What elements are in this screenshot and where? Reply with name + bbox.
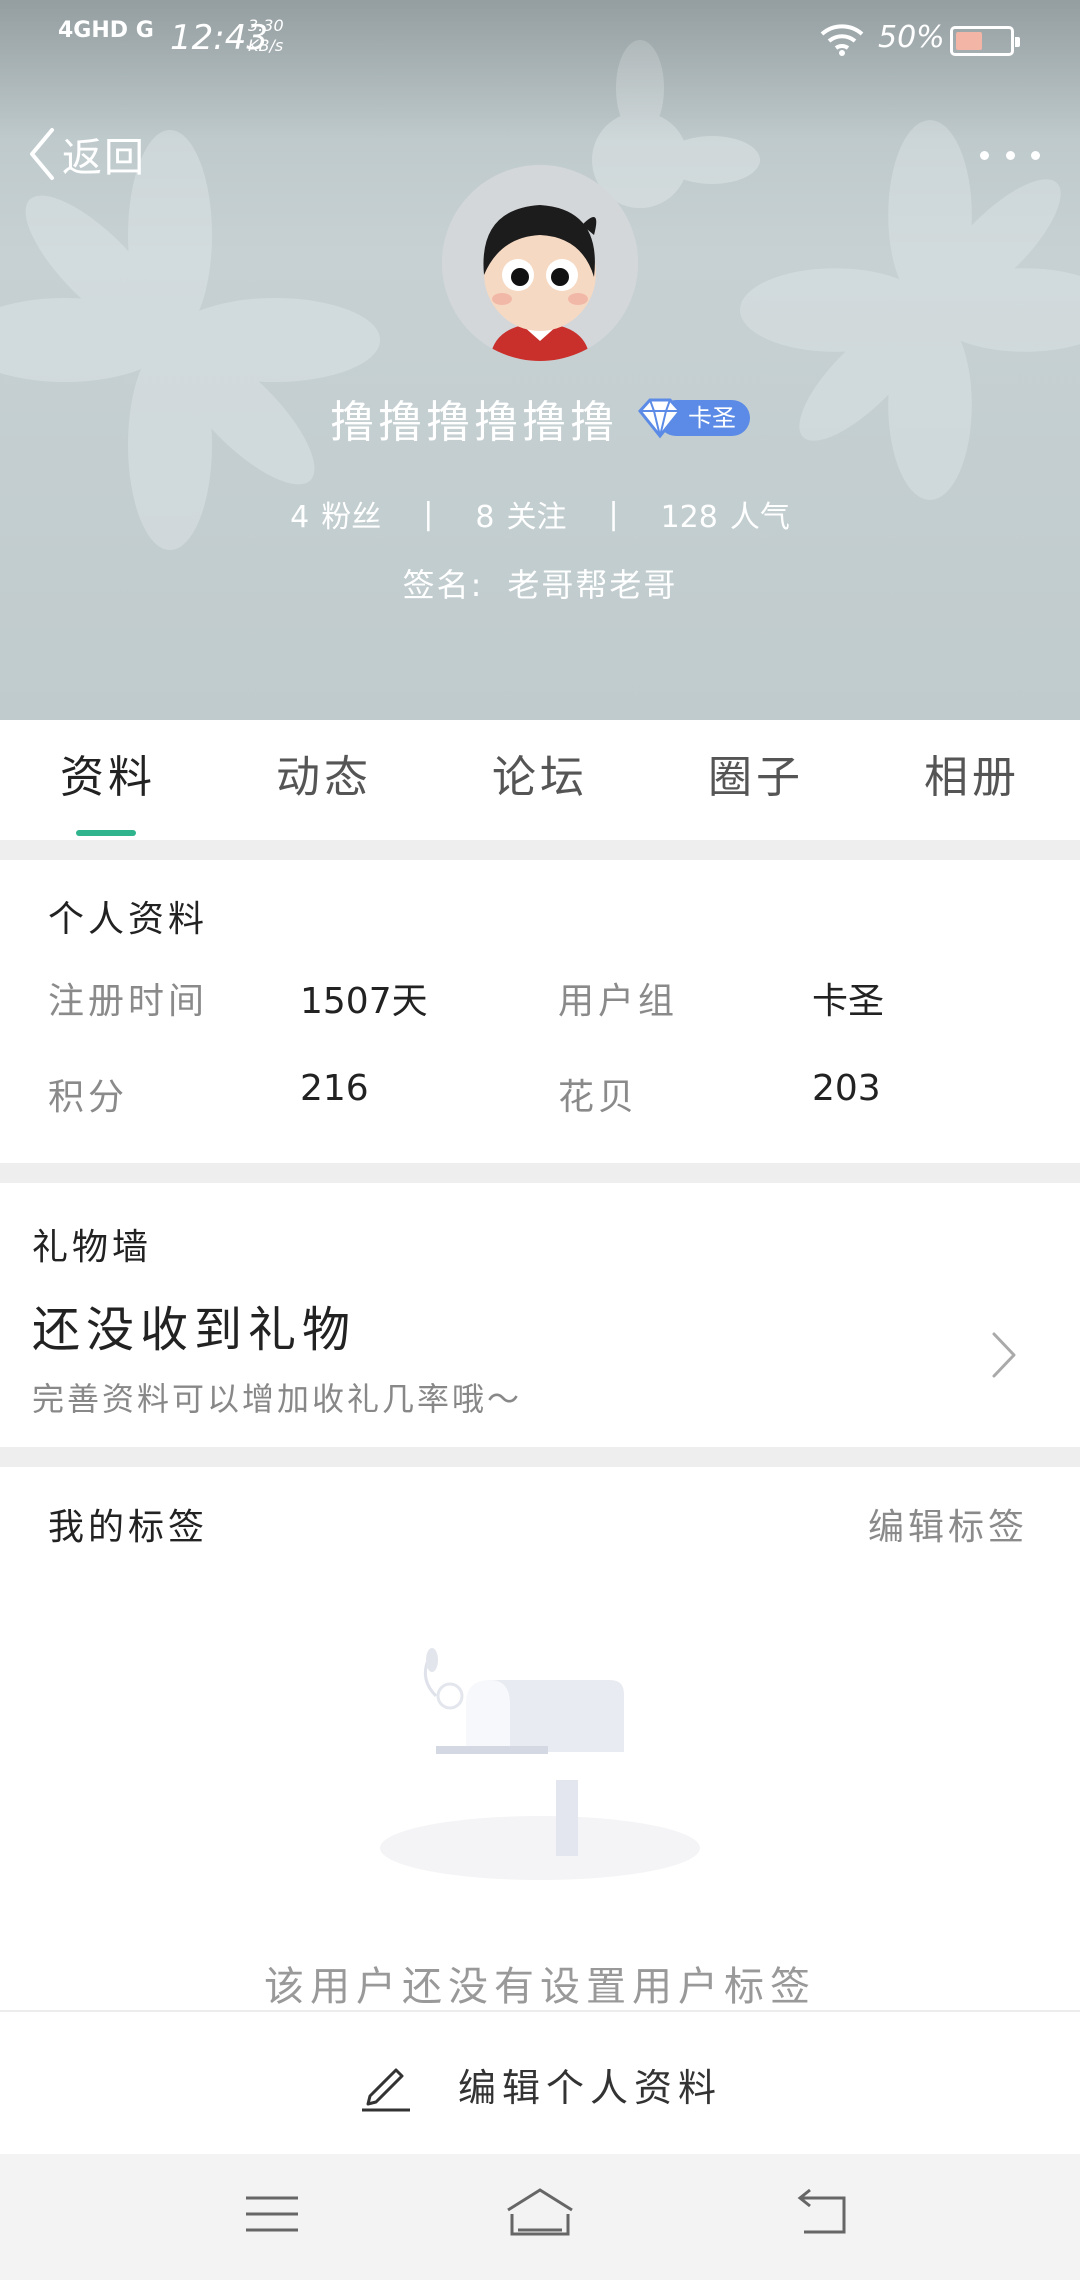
popularity-label: 人气 [729,500,790,535]
pencil-icon [361,2068,410,2112]
tags-empty-message: 该用户还没有设置用户标签 [264,1964,816,2010]
flower-decoration [0,130,380,550]
tab-album[interactable]: 相册 [864,720,1080,840]
gift-wall-empty-title: 还没收到礼物 [32,1302,357,1358]
name-row: 撸撸撸撸撸撸 卡圣 [0,386,1080,450]
status-bar: 4GHD G 12:43 3.30 KB/s 50% [0,0,1080,80]
chevron-right-icon[interactable] [990,1330,1018,1380]
points-value: 216 [300,1068,369,1109]
fans-count: 4 [290,500,310,535]
signature-label: 签名: [402,566,484,604]
speed-unit: KB/s [248,36,284,55]
chevron-left-icon [30,128,54,180]
signature: 签名: 老哥帮老哥 [0,560,1080,606]
popularity-stat: 128 人气 [661,492,790,536]
huabei-label: 花贝 [558,1077,639,1118]
network-indicator: 4GHD G [58,18,154,43]
dot-icon [1031,150,1040,160]
huabei-value: 203 [812,1068,881,1109]
gift-wall-hint: 完善资料可以增加收礼几率哦～ [32,1380,523,1418]
back-label: 返回 [62,135,146,181]
menu-icon[interactable] [244,2184,300,2244]
rank-badge[interactable]: 卡圣 [636,398,750,439]
tab-bar: 资料 动态 论坛 圈子 相册 [0,720,1080,840]
empty-mailbox-illustration [380,1648,700,1880]
back-nav-icon[interactable] [796,2184,852,2244]
battery-percent: 50% [878,20,945,55]
system-nav-bar [0,2154,1080,2280]
avatar[interactable] [442,165,638,361]
profile-stats: 4 粉丝 | 8 关注 | 128 人气 [0,492,1080,536]
username: 撸撸撸撸撸撸 [330,397,618,448]
edit-profile-button[interactable]: 编辑个人资料 [0,2010,1080,2156]
wifi-icon [820,24,864,56]
user-group-value: 卡圣 [812,981,885,1022]
following-label: 关注 [506,500,567,535]
gift-wall-title: 礼物墙 [32,1227,153,1268]
home-icon[interactable] [504,2184,576,2244]
following-stat[interactable]: 8 关注 [475,492,566,536]
points-label: 积分 [48,1077,129,1118]
edit-tags-button[interactable]: 编辑标签 [868,1498,1028,1550]
following-count: 8 [475,500,495,535]
stat-separator: | [423,496,434,532]
network-speed: 3.30 KB/s [248,16,284,56]
stat-separator: | [608,496,619,532]
back-button[interactable]: 返回 [28,124,146,184]
dot-icon [1005,150,1015,160]
battery-icon [950,26,1020,56]
tags-section-title: 我的标签 [48,1507,209,1548]
divider [0,1163,1080,1183]
battery-level [956,32,982,50]
popularity-count: 128 [660,500,718,535]
register-time-label: 注册时间 [48,981,209,1022]
edit-profile-label: 编辑个人资料 [457,2065,722,2110]
register-time-value: 1507天 [300,981,428,1022]
divider [0,1447,1080,1467]
diamond-icon [638,398,682,439]
divider [0,840,1080,860]
fans-label: 粉丝 [321,500,382,535]
tab-forum[interactable]: 论坛 [432,720,648,840]
signature-value: 老哥帮老哥 [507,566,678,604]
tab-profile[interactable]: 资料 [0,720,216,840]
fans-stat[interactable]: 4 粉丝 [290,492,381,536]
user-group-label: 用户组 [558,981,679,1022]
tab-activity[interactable]: 动态 [216,720,432,840]
avatar-image [442,165,638,361]
tab-circle[interactable]: 圈子 [648,720,864,840]
more-options-button[interactable] [980,140,1040,170]
dot-icon [980,150,989,160]
profile-section-title: 个人资料 [48,899,209,940]
speed-value: 3.30 [248,16,284,35]
